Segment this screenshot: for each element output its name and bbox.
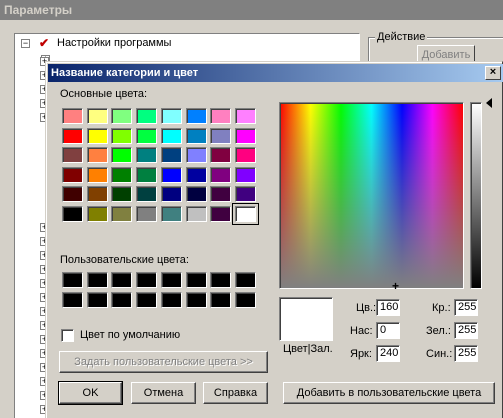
default-color-checkbox-label[interactable]: Цвет по умолчанию bbox=[80, 329, 180, 341]
luminance-slider[interactable] bbox=[470, 102, 482, 289]
basic-color-swatch[interactable] bbox=[185, 186, 207, 203]
action-group-label: Действие bbox=[375, 31, 428, 43]
hue-label: Цв.: bbox=[356, 302, 377, 314]
blue-input[interactable]: 255 bbox=[454, 345, 478, 362]
basic-color-swatch[interactable] bbox=[210, 127, 232, 144]
red-label: Кр.: bbox=[432, 302, 451, 314]
basic-color-swatch[interactable] bbox=[86, 186, 108, 203]
red-input[interactable]: 255 bbox=[454, 299, 478, 316]
basic-color-swatch[interactable] bbox=[111, 186, 133, 203]
basic-color-swatch[interactable] bbox=[62, 206, 83, 222]
sat-label: Нас: bbox=[350, 325, 373, 337]
basic-color-swatch[interactable] bbox=[86, 147, 108, 164]
basic-color-swatch[interactable] bbox=[111, 166, 133, 183]
luminance-arrow-icon[interactable] bbox=[486, 98, 492, 108]
tree-collapse-icon[interactable]: − bbox=[21, 39, 30, 48]
preview-label: Цвет|Зал. bbox=[283, 343, 333, 355]
basic-color-swatch[interactable] bbox=[210, 108, 232, 124]
basic-color-swatch[interactable] bbox=[234, 147, 256, 164]
background-window-title: Параметры bbox=[0, 0, 503, 20]
default-color-checkbox[interactable] bbox=[61, 329, 74, 342]
basic-color-swatch[interactable] bbox=[185, 127, 207, 144]
crosshair-icon: + bbox=[392, 279, 400, 293]
basic-color-swatch[interactable] bbox=[231, 203, 259, 225]
custom-color-swatch[interactable] bbox=[234, 272, 256, 288]
basic-color-swatch[interactable] bbox=[86, 166, 108, 183]
basic-color-swatch[interactable] bbox=[210, 206, 232, 222]
basic-color-swatch[interactable] bbox=[185, 147, 207, 164]
basic-color-swatch[interactable] bbox=[136, 147, 158, 164]
basic-color-swatch[interactable] bbox=[185, 206, 207, 222]
dialog-title: Название категории и цвет bbox=[48, 64, 503, 82]
lum-input[interactable]: 240 bbox=[376, 345, 400, 362]
color-preview bbox=[279, 297, 333, 341]
color-spectrum[interactable] bbox=[279, 102, 464, 289]
basic-color-swatch[interactable] bbox=[160, 186, 182, 203]
add-to-custom-colors-button[interactable]: Добавить в пользовательские цвета bbox=[283, 382, 495, 404]
basic-color-swatch[interactable] bbox=[136, 166, 158, 183]
basic-color-swatch[interactable] bbox=[111, 206, 133, 222]
basic-color-swatch[interactable] bbox=[160, 166, 182, 183]
help-button[interactable]: Справка bbox=[203, 382, 268, 404]
checkmark-icon: ✔ bbox=[39, 36, 50, 50]
tree-root-label[interactable]: Настройки программы bbox=[57, 37, 171, 49]
custom-color-swatch[interactable] bbox=[234, 292, 256, 308]
basic-color-swatch[interactable] bbox=[160, 206, 182, 222]
basic-color-swatch[interactable] bbox=[160, 147, 182, 164]
basic-color-swatch[interactable] bbox=[136, 186, 158, 203]
custom-color-swatch[interactable] bbox=[160, 272, 182, 288]
custom-color-swatch[interactable] bbox=[111, 272, 133, 288]
custom-color-swatch[interactable] bbox=[185, 292, 207, 308]
custom-color-swatch[interactable] bbox=[86, 292, 108, 308]
basic-color-swatch[interactable] bbox=[234, 127, 256, 144]
basic-color-swatch[interactable] bbox=[62, 186, 83, 203]
basic-color-swatch[interactable] bbox=[62, 108, 83, 124]
custom-color-swatch[interactable] bbox=[62, 292, 83, 308]
cancel-button[interactable]: Отмена bbox=[131, 382, 196, 404]
hue-input[interactable]: 160 bbox=[376, 299, 400, 316]
basic-color-swatch[interactable] bbox=[210, 186, 232, 203]
basic-color-swatch[interactable] bbox=[160, 127, 182, 144]
green-label: Зел.: bbox=[426, 325, 451, 337]
basic-colors-label: Основные цвета: bbox=[60, 88, 148, 100]
custom-colors-label: Пользовательские цвета: bbox=[60, 254, 189, 266]
custom-color-swatch[interactable] bbox=[210, 272, 232, 288]
basic-color-swatch[interactable] bbox=[136, 108, 158, 124]
custom-color-swatch[interactable] bbox=[86, 272, 108, 288]
basic-color-swatch[interactable] bbox=[160, 108, 182, 124]
green-input[interactable]: 255 bbox=[454, 322, 478, 339]
close-icon[interactable]: × bbox=[485, 66, 501, 80]
basic-color-swatch[interactable] bbox=[185, 166, 207, 183]
basic-color-swatch[interactable] bbox=[62, 147, 83, 164]
custom-color-swatch[interactable] bbox=[185, 272, 207, 288]
basic-color-swatch[interactable] bbox=[86, 127, 108, 144]
basic-color-swatch[interactable] bbox=[111, 108, 133, 124]
basic-color-swatch[interactable] bbox=[86, 108, 108, 124]
sat-input[interactable]: 0 bbox=[376, 322, 400, 339]
basic-color-swatch[interactable] bbox=[210, 166, 232, 183]
basic-color-swatch[interactable] bbox=[86, 206, 108, 222]
custom-color-swatch[interactable] bbox=[111, 292, 133, 308]
basic-color-swatch[interactable] bbox=[62, 127, 83, 144]
basic-color-swatch[interactable] bbox=[62, 166, 83, 183]
custom-color-swatch[interactable] bbox=[160, 292, 182, 308]
blue-label: Син.: bbox=[426, 348, 453, 360]
custom-color-swatch[interactable] bbox=[136, 272, 158, 288]
basic-color-swatch[interactable] bbox=[136, 206, 158, 222]
custom-color-swatch[interactable] bbox=[136, 292, 158, 308]
custom-color-swatch[interactable] bbox=[210, 292, 232, 308]
basic-color-swatch[interactable] bbox=[234, 166, 256, 183]
basic-color-swatch[interactable] bbox=[185, 108, 207, 124]
lum-label: Ярк: bbox=[350, 348, 372, 360]
basic-color-swatch[interactable] bbox=[210, 147, 232, 164]
basic-color-swatch[interactable] bbox=[111, 147, 133, 164]
ok-button[interactable]: OK bbox=[58, 381, 123, 405]
define-custom-colors-button[interactable]: Задать пользовательские цвета >> bbox=[59, 351, 268, 373]
custom-color-swatch[interactable] bbox=[62, 272, 83, 288]
basic-color-swatch[interactable] bbox=[234, 108, 256, 124]
basic-color-swatch[interactable] bbox=[234, 186, 256, 203]
basic-color-swatch[interactable] bbox=[111, 127, 133, 144]
basic-color-swatch[interactable] bbox=[136, 127, 158, 144]
